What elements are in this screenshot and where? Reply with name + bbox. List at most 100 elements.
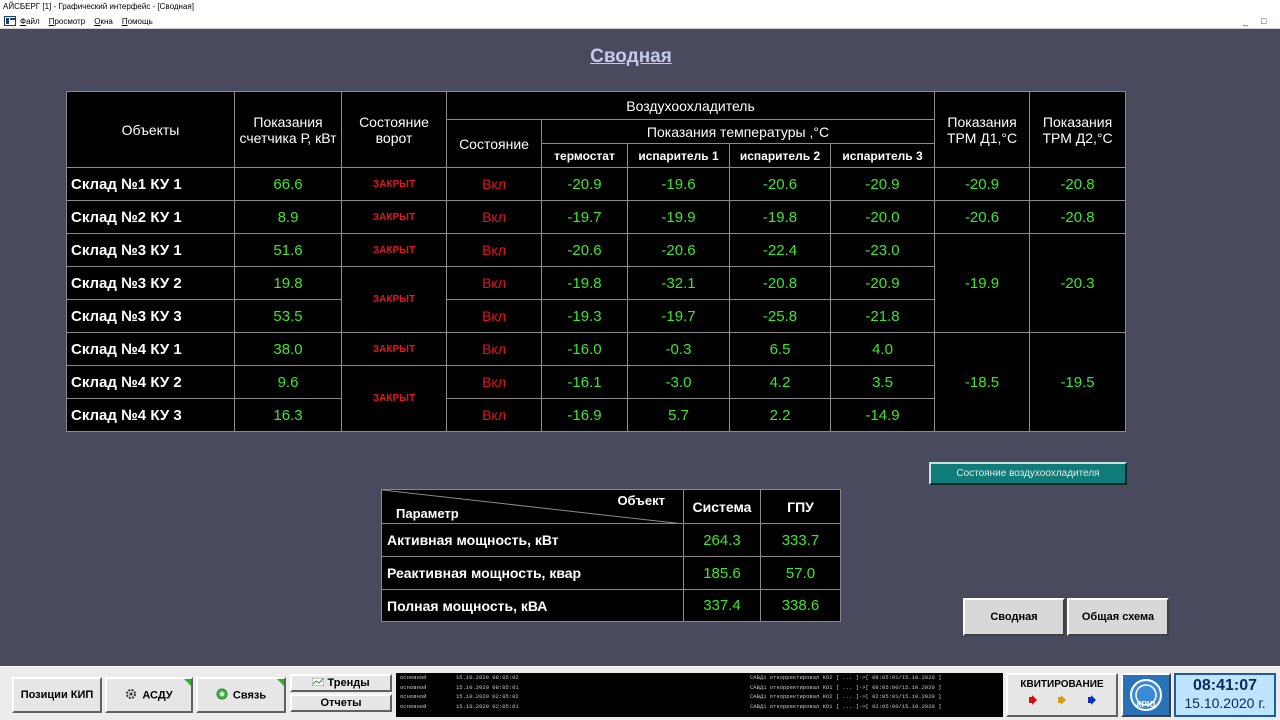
svyaz-button[interactable]: Связь [196, 677, 286, 713]
cooling-summary-table: Объекты Показания счетчика Р, кВт Состоя… [66, 91, 1127, 432]
gate-status: ЗАКРЫТ [341, 332, 447, 366]
object-name: Склад №2 КУ 1 [66, 200, 235, 234]
header-gate: Состояние ворот [341, 91, 447, 168]
thermostat-value: -19.3 [541, 299, 628, 333]
evap3-value: -20.9 [829, 266, 936, 300]
cooler-state-button[interactable]: Состояние воздухоохладителя [929, 462, 1127, 485]
meter-value: 8.9 [234, 200, 342, 234]
list-item: основной 15.10.2020 08:05:02 САВД1 откорре… [400, 674, 942, 681]
window-title: АЙСБЕРГ [1] - Графический интерфейс - [С… [0, 0, 1280, 14]
kip-positions-button[interactable]: Позиции КИП [12, 677, 102, 713]
object-name: Склад №4 КУ 3 [66, 398, 235, 432]
gpu-value: 57.0 [760, 556, 841, 590]
evap1-value: -19.7 [627, 299, 730, 333]
param-label: Активная мощность, кВт [381, 523, 684, 557]
list-item: основной 15.10.2020 02:05:02 САВД1 откорре… [400, 693, 942, 700]
evap3-value: -20.9 [829, 167, 936, 201]
trends-button[interactable]: Тренды [290, 674, 392, 692]
trm1-value: -18.5 [934, 332, 1031, 432]
cooler-state: Вкл [446, 266, 542, 300]
cooler-state: Вкл [446, 398, 542, 432]
object-name: Склад №4 КУ 2 [66, 365, 235, 399]
menu-windows[interactable]: Окна [94, 14, 113, 29]
evap2-value: -25.8 [729, 299, 831, 333]
thermostat-value: -19.7 [541, 200, 628, 234]
header-trm2: Показания ТРМ Д2,°С [1029, 91, 1127, 168]
object-name: Склад №3 КУ 2 [66, 266, 235, 300]
status-indicator [184, 679, 191, 686]
speaker-red-icon [1029, 695, 1038, 705]
evap1-value: -3.0 [627, 365, 730, 399]
param-label: Реактивная мощность, квар [381, 556, 684, 590]
asdu-button[interactable]: АСДУ [105, 677, 193, 713]
menu-help[interactable]: Помощь [122, 14, 153, 29]
meter-value: 16.3 [234, 398, 342, 432]
summary-button[interactable]: Сводная [963, 598, 1065, 636]
connection-icon [216, 688, 228, 703]
thermostat-value: -20.9 [541, 167, 628, 201]
evap3-value: 3.5 [829, 365, 936, 399]
restore-button[interactable]: □ [1261, 14, 1266, 29]
object-name: Склад №3 КУ 1 [66, 233, 235, 267]
trends-label: Тренды [327, 677, 370, 689]
object-name: Склад №1 КУ 1 [66, 167, 235, 201]
power-table: Объект Параметр Система ГПУ Активная мощ… [381, 489, 841, 622]
menu-view[interactable]: Просмотр [49, 14, 86, 29]
system-value: 337.4 [683, 589, 761, 622]
evap2-value: 4.2 [729, 365, 831, 399]
kip-label: Позиции КИП [20, 688, 94, 701]
menu-file[interactable]: Файл [20, 14, 40, 29]
trm1-value: -20.6 [934, 200, 1031, 234]
header-evap2: испаритель 2 [729, 143, 831, 168]
object-name: Склад №4 КУ 1 [66, 332, 235, 366]
header-param: Параметр [396, 506, 459, 521]
evap2-value: 6.5 [729, 332, 831, 366]
gear-icon [125, 688, 137, 703]
cooler-state: Вкл [446, 299, 542, 333]
acknowledge-button[interactable]: КВИТИРОВАНИЕ [1006, 673, 1118, 717]
evap2-value: -20.8 [729, 266, 831, 300]
gate-status: ЗАКРЫТ [341, 167, 447, 201]
header-meter: Показания счетчика Р, кВт [234, 91, 342, 168]
evap3-value: -20.0 [829, 200, 936, 234]
meter-value: 53.5 [234, 299, 342, 333]
table-row: Склад №1 КУ 1 66.6 ЗАКРЫТ Вкл -20.9 -19.… [66, 167, 1127, 201]
thermostat-value: -16.9 [541, 398, 628, 432]
ack-icons [1008, 695, 1116, 705]
evap1-value: 5.7 [627, 398, 730, 432]
svyaz-label: Связь [232, 688, 267, 701]
minimize-button[interactable]: _ [1243, 14, 1248, 29]
evap3-value: -21.8 [829, 299, 936, 333]
header-evap1: испаритель 1 [627, 143, 730, 168]
system-value: 264.3 [683, 523, 761, 557]
evap3-value: -14.9 [829, 398, 936, 432]
evap2-value: -19.8 [729, 200, 831, 234]
gpu-value: 338.6 [760, 589, 841, 622]
list-item: основной 15.10.2020 08:05:01 САВД1 откорре… [400, 683, 942, 691]
header-gpu: ГПУ [760, 489, 841, 524]
trm2-value: -20.8 [1029, 200, 1127, 234]
general-scheme-button[interactable]: Общая схема [1067, 598, 1169, 636]
table-row: Склад №2 КУ 1 8.9 ЗАКРЫТ Вкл -19.7 -19.9… [66, 200, 1127, 234]
header-trm1: Показания ТРМ Д1,°С [934, 91, 1031, 168]
logo-text: КРЮ [1137, 700, 1155, 709]
ack-label: КВИТИРОВАНИЕ [1020, 679, 1104, 690]
header-evap3: испаритель 3 [829, 143, 936, 168]
speaker-blue-icon [1087, 695, 1096, 705]
meter-value: 51.6 [234, 233, 342, 267]
list-item: основной 15.10.2020 02:05:01 САВД1 откорре… [400, 702, 942, 710]
clock-time: 08:41:07 [1192, 677, 1258, 694]
clock-date: 15.10.2020 г. [1184, 695, 1266, 711]
meter-value: 38.0 [234, 332, 342, 366]
event-log[interactable]: основной 15.10.2020 08:05:02 САВД1 откорре… [396, 673, 1003, 717]
clock: 08:41:07 15.10.2020 г. [1174, 673, 1276, 717]
page-title: Сводная [590, 46, 672, 67]
reports-button[interactable]: Отчеты [290, 694, 392, 712]
gpu-value: 333.7 [760, 523, 841, 557]
header-object: Объект [617, 493, 665, 508]
header-objects: Объекты [66, 91, 235, 168]
chart-icon [311, 676, 325, 690]
param-object-header: Объект Параметр [381, 489, 684, 524]
thermostat-value: -16.1 [541, 365, 628, 399]
object-name: Склад №3 КУ 3 [66, 299, 235, 333]
